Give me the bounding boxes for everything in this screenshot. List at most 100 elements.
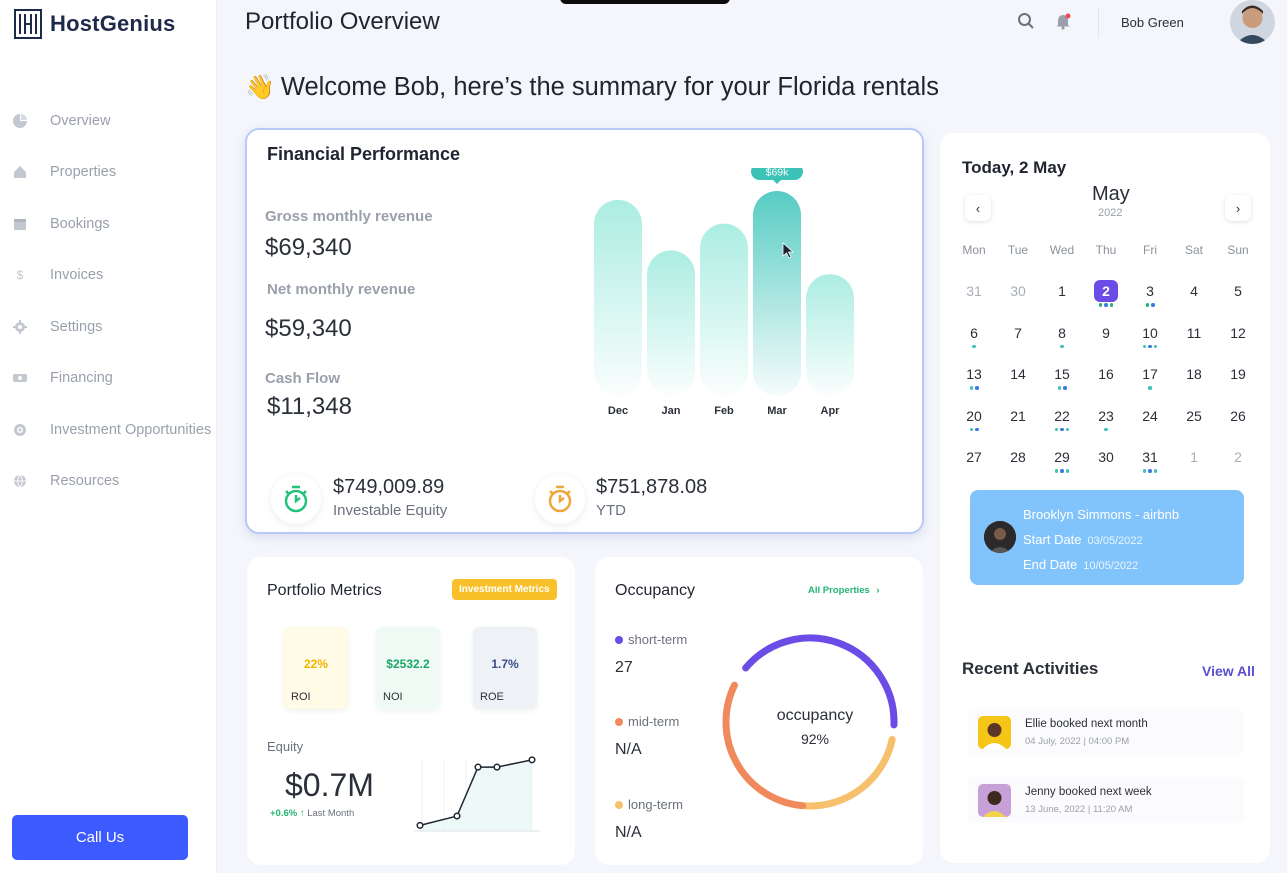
sidebar: HostGenius Overview Properties Bookings … xyxy=(0,0,217,873)
day-number: 20 xyxy=(966,407,982,424)
sidebar-item-label: Settings xyxy=(50,318,103,335)
booking-card[interactable]: Brooklyn Simmons - airbnb Start Date 03/0… xyxy=(970,490,1244,585)
calendar-day[interactable]: 27 xyxy=(952,439,996,481)
bar-mar[interactable] xyxy=(753,191,801,396)
call-us-button[interactable]: Call Us xyxy=(12,815,188,860)
x-tick-label: Feb xyxy=(714,405,734,417)
event-dots xyxy=(1084,427,1128,431)
sidebar-item-resources[interactable]: Resources xyxy=(0,456,217,508)
metric-value: 22% xyxy=(303,657,329,671)
day-number: 31 xyxy=(1142,449,1158,465)
event-dot xyxy=(1060,469,1064,473)
day-number: 12 xyxy=(1230,324,1246,341)
calendar-day[interactable]: 24 xyxy=(1128,398,1172,440)
bar-dec[interactable] xyxy=(594,199,642,396)
user-name[interactable]: Bob Green xyxy=(1121,15,1184,30)
stopwatch-green-icon xyxy=(271,474,321,524)
sidebar-item-bookings[interactable]: Bookings xyxy=(0,198,217,250)
event-dot xyxy=(975,427,979,431)
sidebar-item-invoices[interactable]: $ Invoices xyxy=(0,250,217,302)
calendar-day[interactable]: 31 xyxy=(1128,439,1172,481)
calendar-day[interactable]: 29 xyxy=(1040,439,1084,481)
legend-dot xyxy=(615,800,623,809)
avatar[interactable] xyxy=(1230,0,1275,44)
bar-jan[interactable] xyxy=(647,250,695,396)
event-dot xyxy=(1054,427,1059,431)
calendar-day[interactable]: 3 xyxy=(1128,273,1172,315)
chevron-left-icon[interactable]: ‹ xyxy=(965,195,991,221)
view-all-link[interactable]: View All xyxy=(1202,663,1255,679)
calendar-day[interactable]: 2 xyxy=(1216,439,1260,481)
calendar-day[interactable]: 30 xyxy=(1084,439,1128,481)
investment-metrics-badge[interactable]: Investment Metrics xyxy=(452,579,557,600)
calendar-day[interactable]: 26 xyxy=(1216,398,1260,440)
chevron-right-icon[interactable]: › xyxy=(1225,195,1251,221)
calendar-day[interactable]: 13 xyxy=(952,356,996,398)
calendar-day[interactable]: 20 xyxy=(952,398,996,440)
calendar-day[interactable]: 23 xyxy=(1084,398,1128,440)
calendar-day[interactable]: 6 xyxy=(952,315,996,357)
calendar-day[interactable]: 25 xyxy=(1172,398,1216,440)
sidebar-item-label: Resources xyxy=(50,473,120,490)
calendar-day[interactable]: 18 xyxy=(1172,356,1216,398)
equity-delta-label: Last Month xyxy=(307,808,355,819)
weekday-label: Thu xyxy=(1095,243,1117,257)
all-properties-link[interactable]: All Properties › xyxy=(808,585,880,596)
day-number: 18 xyxy=(1186,366,1202,382)
calendar-day[interactable]: 7 xyxy=(996,315,1040,357)
day-number: 25 xyxy=(1186,407,1202,424)
bar-apr[interactable] xyxy=(806,274,854,396)
calendar-day[interactable]: 28 xyxy=(996,439,1040,481)
day-number: 29 xyxy=(1054,449,1070,465)
bell-icon[interactable] xyxy=(1054,12,1072,30)
calendar-day[interactable]: 19 xyxy=(1216,356,1260,398)
event-dot xyxy=(1054,469,1059,473)
calendar-today: Today, 2 May xyxy=(962,158,1067,177)
calendar-day[interactable]: 17 xyxy=(1128,356,1172,398)
calendar-day[interactable]: 11 xyxy=(1172,315,1216,357)
calendar-year: 2022 xyxy=(1098,207,1123,219)
calendar-day[interactable]: 5 xyxy=(1216,273,1260,315)
day-number: 3 xyxy=(1146,283,1154,299)
brand-logo[interactable]: HostGenius xyxy=(14,8,175,40)
calendar-day[interactable]: 9 xyxy=(1084,315,1128,357)
calendar-day[interactable]: 30 xyxy=(996,273,1040,315)
target-icon xyxy=(13,423,27,437)
day-number: 2 xyxy=(1094,280,1118,302)
calendar-day[interactable]: 10 xyxy=(1128,315,1172,357)
activity-time: 04 July, 2022 | 04:00 PM xyxy=(1025,736,1130,747)
sidebar-item-settings[interactable]: Settings xyxy=(0,301,217,353)
event-dot xyxy=(1148,469,1152,473)
equity-point xyxy=(493,763,501,771)
day-number: 13 xyxy=(966,366,982,382)
event-dot xyxy=(1065,469,1070,473)
calendar-day[interactable]: 16 xyxy=(1084,356,1128,398)
activity-item[interactable]: Ellie booked next month 04 July, 2022 | … xyxy=(968,709,1244,755)
calendar-day[interactable]: 22 xyxy=(1040,398,1084,440)
calendar-day[interactable]: 1 xyxy=(1172,439,1216,481)
event-dot xyxy=(972,344,976,348)
calendar-day[interactable]: 15 xyxy=(1040,356,1084,398)
calendar-day[interactable]: 14 xyxy=(996,356,1040,398)
sidebar-item-properties[interactable]: Properties xyxy=(0,147,217,199)
calendar-day[interactable]: 21 xyxy=(996,398,1040,440)
bar-feb[interactable] xyxy=(700,223,748,396)
activity-item[interactable]: Jenny booked next week 13 June, 2022 | 1… xyxy=(968,777,1244,823)
sidebar-item-investment-opportunities[interactable]: Investment Opportunities xyxy=(0,404,217,456)
day-number: 16 xyxy=(1098,366,1114,382)
sidebar-item-overview[interactable]: Overview xyxy=(0,95,217,147)
search-icon[interactable] xyxy=(1017,12,1035,30)
event-dot xyxy=(1148,344,1152,348)
day-number: 9 xyxy=(1102,324,1110,341)
calendar-day[interactable]: 31 xyxy=(952,273,996,315)
calendar-day[interactable]: 8 xyxy=(1040,315,1084,357)
logo-icon xyxy=(14,9,42,39)
calendar-day[interactable]: 1 xyxy=(1040,273,1084,315)
calendar-day[interactable]: 2 xyxy=(1084,273,1128,315)
financial-performance-card: Financial Performance Gross monthly reve… xyxy=(245,128,924,534)
calendar-day[interactable]: 4 xyxy=(1172,273,1216,315)
sidebar-item-financing[interactable]: Financing xyxy=(0,353,217,405)
event-dots xyxy=(1084,303,1128,307)
calendar-day[interactable]: 12 xyxy=(1216,315,1260,357)
event-dot xyxy=(1142,469,1147,473)
